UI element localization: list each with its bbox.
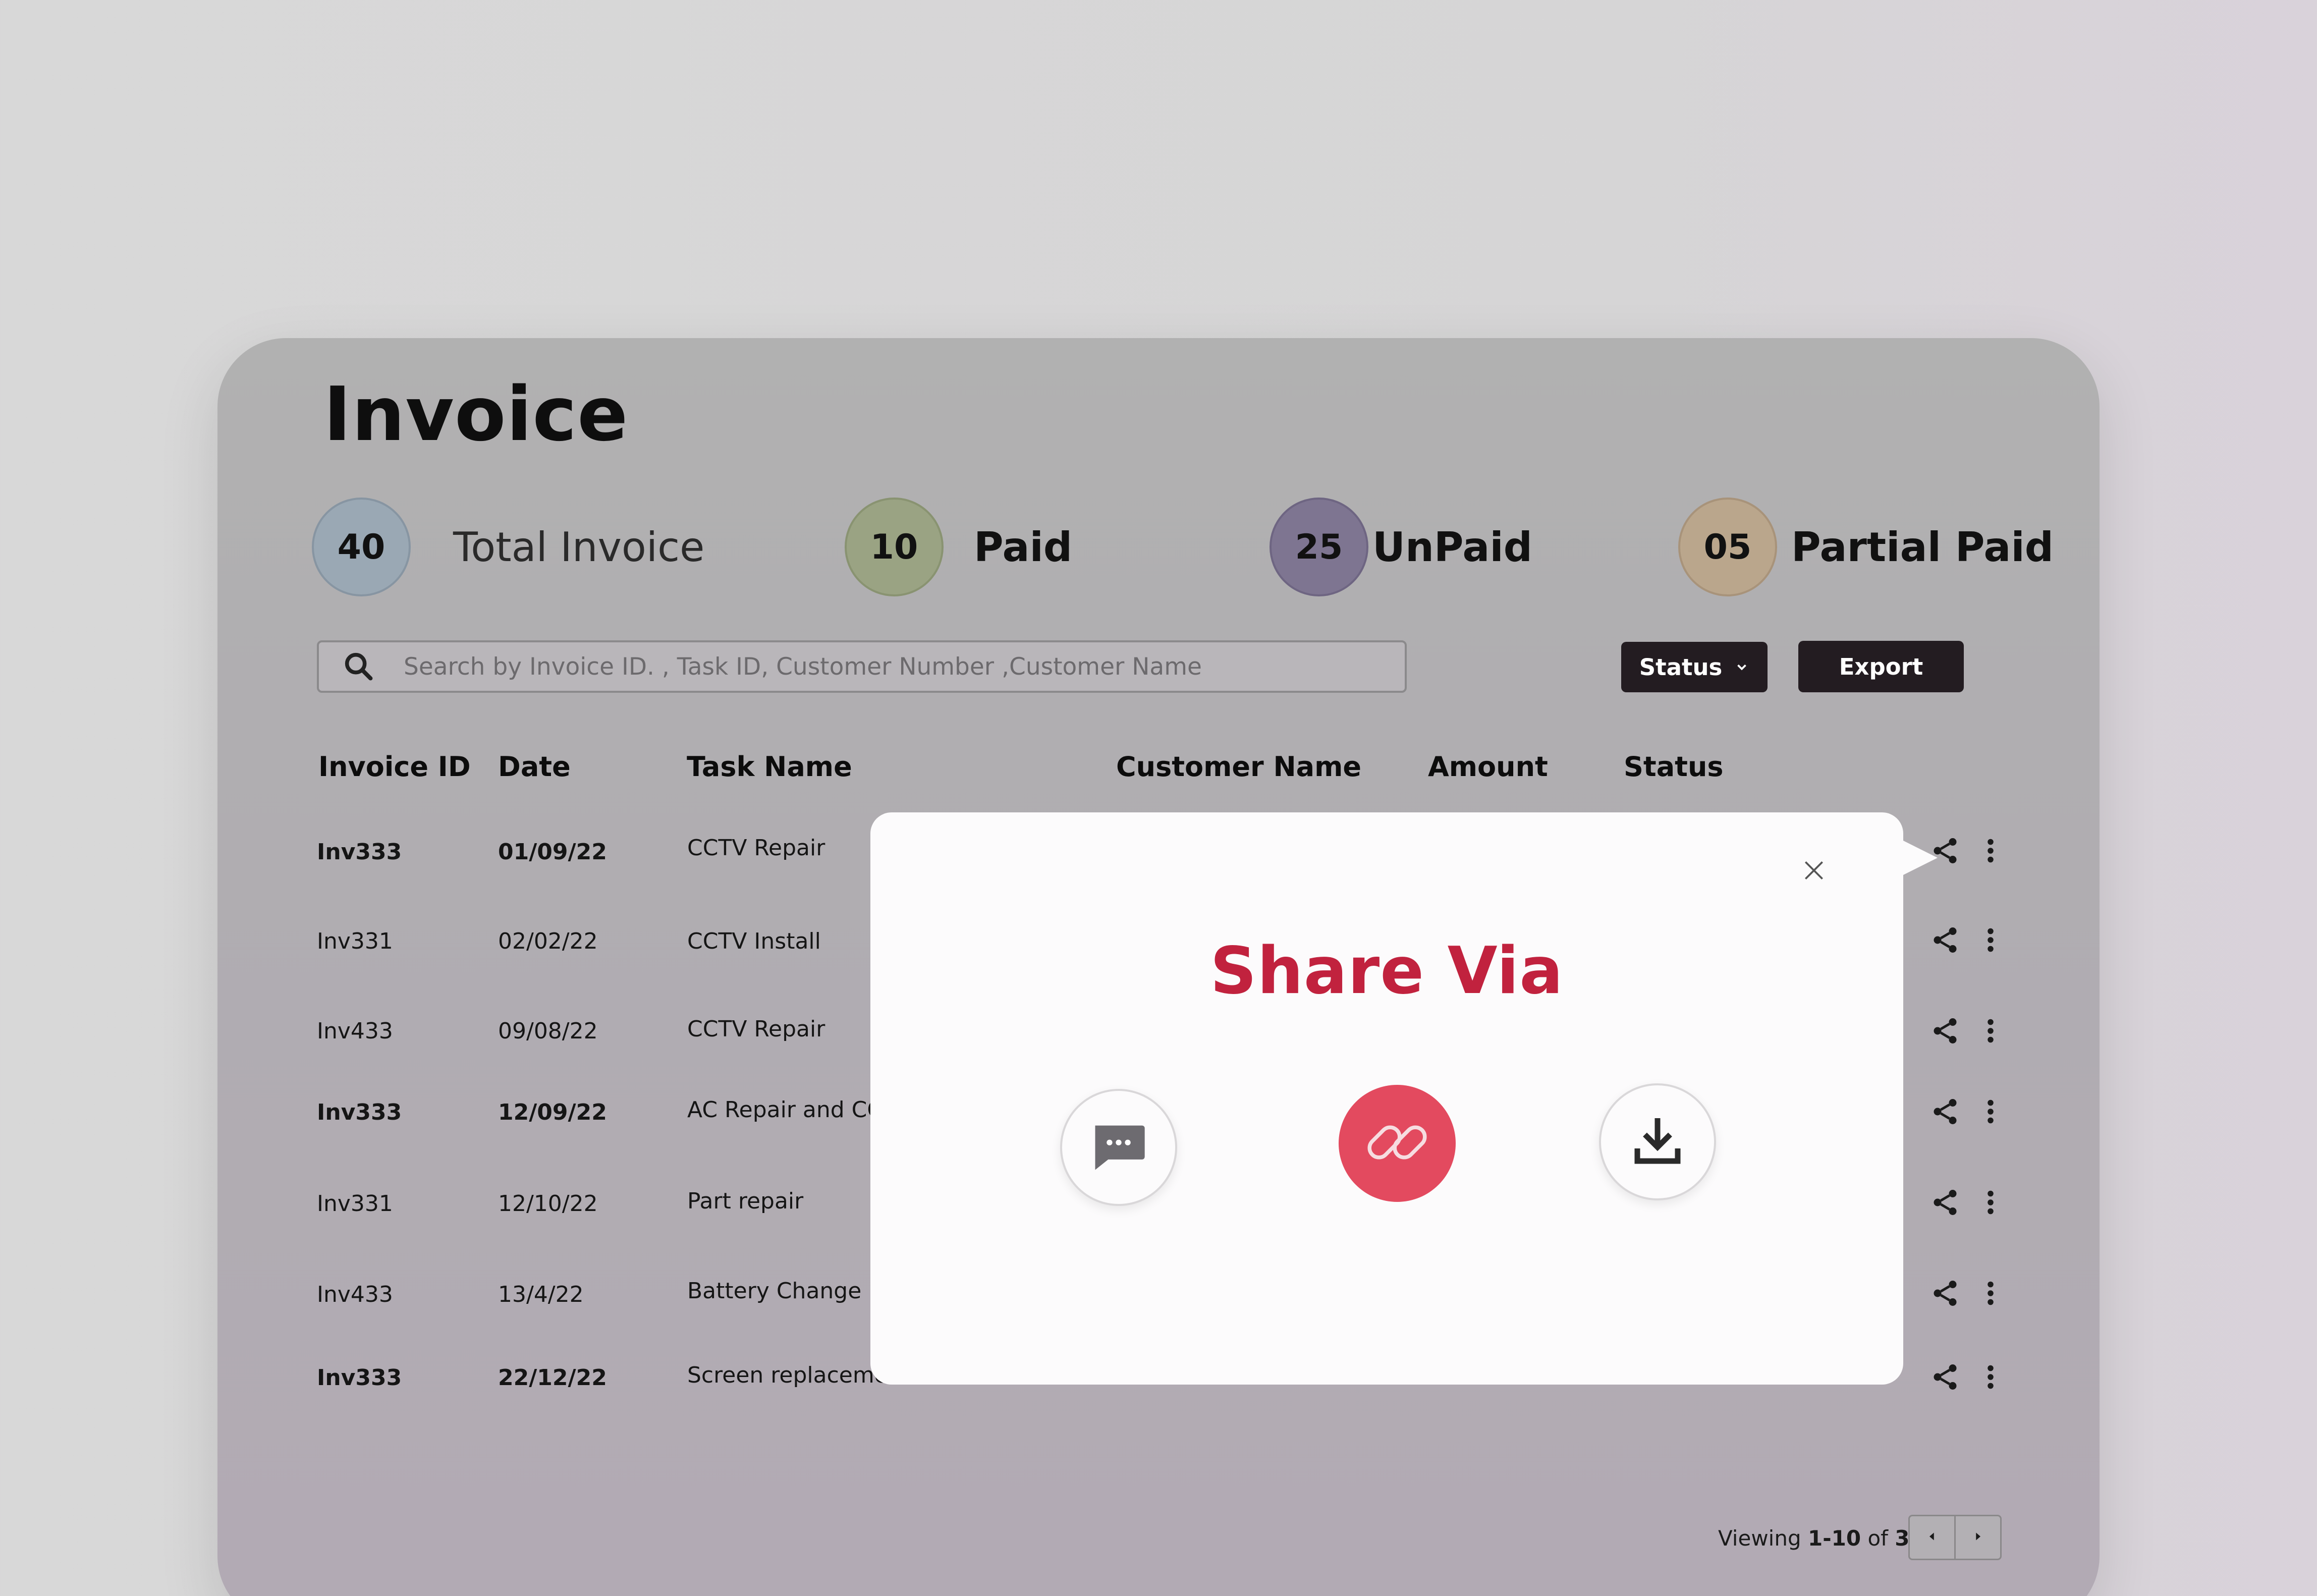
more-options-icon[interactable]: [1980, 1016, 2001, 1048]
column-header-date[interactable]: Date: [498, 751, 571, 783]
invoice-id-cell: Inv333: [317, 839, 402, 865]
page-title: Invoice: [323, 371, 629, 458]
invoice-id-cell: Inv433: [317, 1282, 393, 1307]
pagination-range: 1-10: [1807, 1526, 1861, 1551]
date-cell: 02/02/22: [498, 928, 598, 954]
status-filter-dropdown[interactable]: Status: [1621, 642, 1768, 692]
share-modal-title: Share Via: [1210, 933, 1564, 1009]
share-modal: Share Via: [870, 812, 1903, 1385]
task-name-cell: CCTV Repair: [687, 1016, 825, 1042]
row-actions: [1930, 1355, 2001, 1401]
stat-label: UnPaid: [1372, 523, 1533, 571]
share-message-button[interactable]: [1060, 1089, 1177, 1206]
share-icon[interactable]: [1930, 1096, 1960, 1129]
more-options-icon[interactable]: [1980, 1187, 2001, 1220]
share-link-button[interactable]: [1339, 1085, 1456, 1202]
column-header-task-name[interactable]: Task Name: [687, 751, 852, 783]
stat-label: Partial Paid: [1791, 523, 2054, 571]
date-cell: 12/10/22: [498, 1191, 598, 1217]
stat-count-badge: 10: [845, 498, 944, 596]
stat-count-badge: 05: [1678, 498, 1777, 596]
column-header-invoice-id[interactable]: Invoice ID: [318, 751, 471, 783]
share-icon[interactable]: [1930, 1187, 1960, 1220]
close-icon[interactable]: [1801, 858, 1827, 883]
search-icon: [341, 649, 376, 684]
more-options-icon[interactable]: [1980, 1362, 2001, 1394]
pagination-summary: Viewing 1-10 of 36: [1718, 1526, 1924, 1551]
stat-count-badge: 40: [312, 498, 411, 596]
row-actions: [1930, 918, 2001, 964]
task-name-cell: CCTV Repair: [687, 835, 825, 861]
more-options-icon[interactable]: [1980, 925, 2001, 957]
more-options-icon[interactable]: [1980, 1096, 2001, 1129]
stat-label: Paid: [974, 523, 1073, 571]
row-actions: [1930, 829, 2001, 874]
pagination-of: of: [1867, 1526, 1888, 1551]
invoice-id-cell: Inv331: [317, 1191, 393, 1217]
more-options-icon[interactable]: [1980, 836, 2001, 868]
stat-label: Total Invoice: [453, 523, 705, 571]
row-actions: [1930, 1009, 2001, 1055]
stat-partial-paid[interactable]: 05 Partial Paid: [1678, 498, 2054, 596]
export-button[interactable]: Export: [1798, 641, 1964, 692]
invoice-id-cell: Inv333: [317, 1099, 402, 1125]
download-button[interactable]: [1599, 1083, 1716, 1200]
row-actions: [1930, 1090, 2001, 1135]
date-cell: 13/4/22: [498, 1282, 584, 1307]
row-actions: [1930, 1272, 2001, 1317]
task-name-cell: Part repair: [687, 1188, 804, 1214]
pagination-prefix: Viewing: [1718, 1526, 1801, 1551]
search-input[interactable]: Search by Invoice ID. , Task ID, Custome…: [317, 640, 1407, 693]
date-cell: 12/09/22: [498, 1099, 607, 1125]
link-icon: [1359, 1105, 1435, 1182]
date-cell: 22/12/22: [498, 1365, 607, 1391]
share-icon[interactable]: [1930, 1016, 1960, 1048]
invoice-id-cell: Inv333: [317, 1365, 402, 1391]
date-cell: 01/09/22: [498, 839, 607, 865]
task-name-cell: Battery Change: [687, 1278, 862, 1304]
download-icon: [1627, 1111, 1688, 1173]
stat-count-badge: 25: [1270, 498, 1368, 596]
share-icon[interactable]: [1930, 1278, 1960, 1310]
share-icon[interactable]: [1930, 925, 1960, 957]
next-page-button[interactable]: [1954, 1515, 2002, 1560]
stat-unpaid[interactable]: 25 UnPaid: [1270, 498, 1532, 596]
status-filter-label: Status: [1639, 653, 1723, 681]
column-header-amount[interactable]: Amount: [1428, 751, 1548, 783]
stat-paid[interactable]: 10 Paid: [845, 498, 1072, 596]
invoice-id-cell: Inv433: [317, 1018, 393, 1044]
column-header-customer-name[interactable]: Customer Name: [1116, 751, 1361, 783]
chevron-right-icon: [1970, 1529, 1985, 1546]
previous-page-button[interactable]: [1908, 1515, 1956, 1560]
row-actions: [1930, 1181, 2001, 1226]
task-name-cell: AC Repair and CC: [687, 1097, 883, 1123]
message-icon: [1087, 1115, 1150, 1180]
more-options-icon[interactable]: [1980, 1278, 2001, 1310]
column-header-status[interactable]: Status: [1624, 751, 1724, 783]
invoice-id-cell: Inv331: [317, 928, 393, 954]
share-icon[interactable]: [1930, 836, 1960, 868]
chevron-down-icon: [1734, 659, 1749, 675]
date-cell: 09/08/22: [498, 1018, 598, 1044]
task-name-cell: Screen replaceme: [687, 1362, 888, 1388]
chevron-left-icon: [1924, 1529, 1940, 1546]
search-placeholder: Search by Invoice ID. , Task ID, Custome…: [404, 652, 1202, 681]
share-icon[interactable]: [1930, 1362, 1960, 1394]
task-name-cell: CCTV Install: [687, 928, 821, 954]
stat-total-invoice[interactable]: 40 Total Invoice: [312, 498, 704, 596]
